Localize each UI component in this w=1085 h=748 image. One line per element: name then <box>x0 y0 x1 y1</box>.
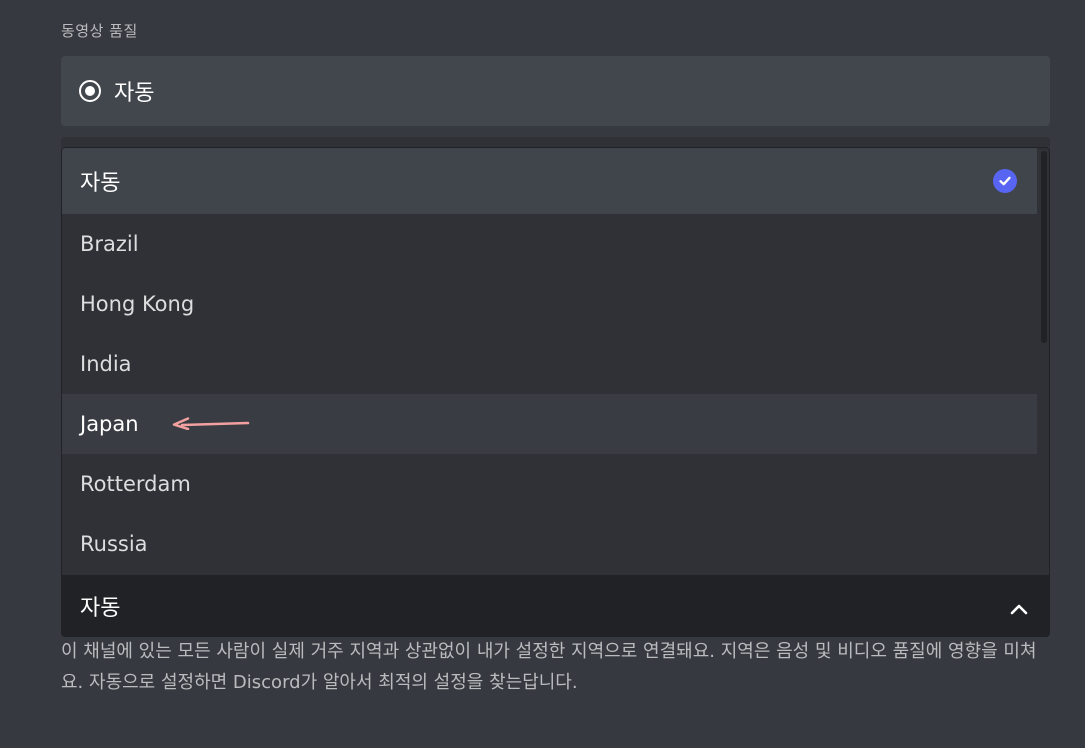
annotation-arrow-icon <box>172 417 250 430</box>
section-title: 동영상 품질 <box>61 22 138 40</box>
region-select-control[interactable]: 자동 <box>62 575 1049 636</box>
dropdown-options-list[interactable]: 자동 Brazil Hong Kong India Japan Rotterda… <box>62 148 1037 575</box>
option-label: Russia <box>80 532 148 556</box>
dropdown-option-hong-kong[interactable]: Hong Kong <box>62 274 1037 334</box>
dropdown-option-japan[interactable]: Japan <box>62 394 1037 454</box>
region-help-text: 이 채널에 있는 모든 사람이 실제 거주 지역과 상관없이 내가 설정한 지역… <box>61 641 1037 693</box>
collapsed-option-edge <box>61 137 1050 147</box>
dropdown-option-rotterdam[interactable]: Rotterdam <box>62 454 1037 514</box>
radio-option-auto[interactable]: 자동 <box>61 56 1050 126</box>
option-label: Hong Kong <box>80 292 195 316</box>
radio-selected-dot <box>85 86 95 96</box>
option-label: Japan <box>80 412 139 436</box>
select-current-value: 자동 <box>80 596 121 621</box>
dropdown-option-brazil[interactable]: Brazil <box>62 214 1037 274</box>
checkmark-icon <box>993 169 1017 193</box>
chevron-up-icon[interactable] <box>1009 597 1029 622</box>
radio-button[interactable] <box>79 80 101 102</box>
dropdown-option-india[interactable]: India <box>62 334 1037 394</box>
option-label: 자동 <box>80 171 121 196</box>
radio-label: 자동 <box>114 81 155 106</box>
option-label: India <box>80 352 132 376</box>
dropdown-option-russia[interactable]: Russia <box>62 514 1037 574</box>
dropdown-option-auto[interactable]: 자동 <box>62 148 1037 214</box>
region-dropdown[interactable]: 자동 Brazil Hong Kong India Japan Rotterda… <box>61 147 1050 637</box>
option-label: Rotterdam <box>80 472 191 496</box>
option-label: Brazil <box>80 232 139 256</box>
dropdown-scrollbar[interactable] <box>1041 151 1047 343</box>
